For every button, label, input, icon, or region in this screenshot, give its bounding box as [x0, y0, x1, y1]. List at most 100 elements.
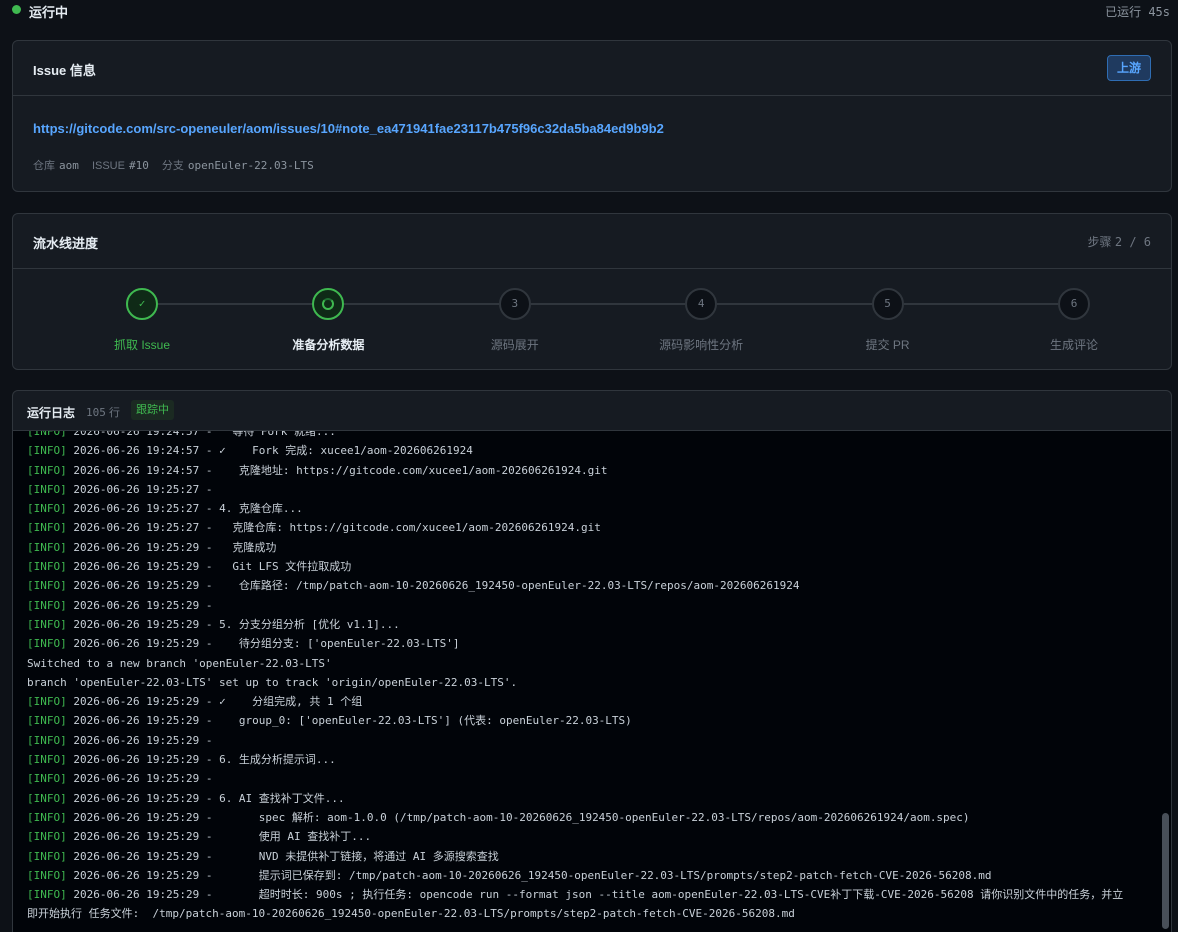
log-level-tag: [INFO] [27, 695, 67, 709]
log-message: 2026-06-26 19:25:29 - group_0: ['openEul… [66, 714, 632, 728]
log-line-count-value: 105 [86, 406, 106, 419]
log-lines: [INFO] 2026-06-26 19:24:57 - 等待 Fork 就绪.… [27, 431, 1157, 924]
step-counter-value: 2 / 6 [1114, 235, 1151, 249]
issue-meta: 仓库 aom ISSUE #10 分支 openEuler-22.03-LTS [33, 157, 324, 173]
log-message: 2026-06-26 19:25:29 - 6. AI 查找补丁文件... [66, 791, 345, 805]
log-line: [INFO] 2026-06-26 19:25:29 - [27, 731, 1157, 750]
log-level-tag: [INFO] [27, 791, 67, 805]
log-line: [INFO] 2026-06-26 19:24:57 - 等待 Fork 就绪.… [27, 431, 1157, 441]
log-message: 2026-06-26 19:25:29 - [66, 598, 213, 612]
log-message: 2026-06-26 19:25:29 - 5. 分支分组分析 [优化 v1.1… [66, 617, 400, 631]
log-message: 2026-06-26 19:25:29 - ✓ 分组完成, 共 1 个组 [66, 695, 363, 709]
log-level-tag: [INFO] [27, 521, 67, 535]
log-level-tag: [INFO] [27, 714, 67, 728]
step-connector [717, 303, 872, 305]
step-connector [344, 303, 499, 305]
log-message: 2026-06-26 19:25:27 - 4. 克隆仓库... [66, 502, 303, 516]
log-message: 2026-06-26 19:25:29 - 克隆成功 [66, 540, 277, 554]
log-line: [INFO] 2026-06-26 19:25:29 - [27, 769, 1157, 788]
run-status-text: 运行中 [29, 5, 69, 20]
branch-value: openEuler-22.03-LTS [187, 159, 314, 172]
log-level-tag: [INFO] [27, 772, 67, 786]
log-title: 运行日志 [27, 406, 76, 420]
log-line: [INFO] 2026-06-26 19:25:29 - 克隆成功 [27, 538, 1157, 557]
log-message: 2026-06-26 19:25:27 - [66, 482, 213, 496]
upstream-button[interactable]: 上游 [1106, 55, 1151, 81]
follow-toggle-badge[interactable]: 跟踪中 [131, 400, 174, 420]
log-line-unit: 行 [108, 407, 120, 419]
log-level-tag: [INFO] [27, 733, 67, 747]
log-message: 2026-06-26 19:25:29 - 待分组分支: ['openEuler… [66, 637, 460, 651]
log-output[interactable]: [INFO] 2026-06-26 19:24:57 - 等待 Fork 就绪.… [13, 431, 1171, 932]
log-message: 2026-06-26 19:25:29 - 超时时长: 900s ; 执行任务:… [66, 888, 1124, 902]
run-log-card: 运行日志 105 行 跟踪中 [INFO] 2026-06-26 19:24:5… [12, 390, 1172, 932]
pipeline-progress-card: 流水线进度 步骤 2 / 6 ✓ 抓取 Issue 准备分析数据 3 源码展开 4 源码影响… [12, 213, 1172, 370]
pipeline-card-title: 流水线进度 [33, 236, 99, 251]
elapsed-label: 已运行 [1105, 5, 1142, 19]
step-2-indicator [312, 288, 345, 320]
log-line: Switched to a new branch 'openEuler-22.0… [27, 654, 1157, 673]
log-level-tag: [INFO] [27, 753, 67, 767]
issue-card-header: Issue 信息 上游 [13, 41, 1171, 96]
log-line: [INFO] 2026-06-26 19:25:29 - group_0: ['… [27, 711, 1157, 730]
repo-label: 仓库 [33, 160, 55, 172]
log-message: 2026-06-26 19:25:29 - Git LFS 文件拉取成功 [66, 560, 352, 574]
log-line: [INFO] 2026-06-26 19:25:27 - [27, 480, 1157, 499]
step-3-indicator: 3 [498, 288, 531, 320]
log-line: [INFO] 2026-06-26 19:25:29 - spec 解析: ao… [27, 808, 1157, 827]
log-level-tag: [INFO] [27, 579, 67, 593]
log-level-tag: [INFO] [27, 810, 67, 824]
step-6-indicator: 6 [1058, 288, 1090, 320]
log-line: [INFO] 2026-06-26 19:25:29 - 待分组分支: ['op… [27, 634, 1157, 653]
elapsed-value: 45s [1148, 5, 1170, 19]
step-4-indicator: 4 [685, 288, 718, 320]
log-line: [INFO] 2026-06-26 19:25:29 - [27, 596, 1157, 615]
log-level-tag: [INFO] [27, 830, 67, 844]
log-line: [INFO] 2026-06-26 19:25:29 - NVD 未提供补丁链接… [27, 847, 1157, 866]
log-line: branch 'openEuler-22.03-LTS' set up to t… [27, 673, 1157, 692]
log-level-tag: [INFO] [27, 482, 67, 496]
log-line: [INFO] 2026-06-26 19:25:29 - ✓ 分组完成, 共 1… [27, 692, 1157, 711]
log-level-tag: [INFO] [27, 598, 67, 612]
log-level-tag: [INFO] [27, 888, 67, 902]
issue-number-value: #10 [128, 159, 149, 172]
issue-url-link[interactable]: https://gitcode.com/src-openeuler/aom/is… [33, 121, 664, 136]
step-connector [530, 303, 686, 305]
log-line: [INFO] 2026-06-26 19:24:57 - 克隆地址: https… [27, 461, 1157, 480]
log-header: 运行日志 105 行 跟踪中 [13, 391, 1171, 431]
log-level-tag: [INFO] [27, 637, 67, 651]
log-line: [INFO] 2026-06-26 19:25:27 - 克隆仓库: https… [27, 518, 1157, 537]
log-message: 2026-06-26 19:25:29 - 6. 生成分析提示词... [66, 753, 336, 767]
step-1-label: 抓取 Issue [113, 338, 171, 352]
log-scrollbar[interactable] [1162, 813, 1169, 929]
log-line: [INFO] 2026-06-26 19:25:29 - 使用 AI 查找补丁.… [27, 827, 1157, 846]
log-message: 2026-06-26 19:24:57 - 等待 Fork 就绪... [66, 431, 336, 438]
top-status-bar: 运行中 已运行 45s [0, 0, 1178, 22]
log-level-tag: [INFO] [27, 444, 67, 458]
step-5-label: 提交 PR [865, 338, 910, 352]
log-line: [INFO] 2026-06-26 19:25:29 - 提示词已保存到: /t… [27, 866, 1157, 885]
log-message: 2026-06-26 19:24:57 - ✓ Fork 完成: xucee1/… [66, 444, 473, 458]
log-level-tag: [INFO] [27, 868, 67, 882]
step-counter-label: 步骤 [1087, 235, 1112, 249]
log-message: 2026-06-26 19:25:29 - 提示词已保存到: /tmp/patc… [66, 868, 992, 882]
log-line: [INFO] 2026-06-26 19:24:57 - ✓ Fork 完成: … [27, 441, 1157, 460]
log-line: [INFO] 2026-06-26 19:25:29 - 仓库路径: /tmp/… [27, 576, 1157, 595]
log-line: 即开始执行 任务文件: /tmp/patch-aom-10-20260626_1… [27, 904, 1157, 923]
log-message: branch 'openEuler-22.03-LTS' set up to t… [27, 675, 518, 689]
step-counter: 步骤 2 / 6 [1088, 233, 1151, 250]
log-level-tag: [INFO] [27, 502, 67, 516]
issue-card-title: Issue 信息 [33, 63, 96, 78]
step-3-label: 源码展开 [490, 338, 539, 352]
log-message: 2026-06-26 19:25:29 - 使用 AI 查找补丁... [66, 830, 372, 844]
log-message: 2026-06-26 19:25:29 - [66, 772, 213, 786]
log-message: 2026-06-26 19:25:29 - [66, 733, 213, 747]
log-message: 2026-06-26 19:25:29 - spec 解析: aom-1.0.0… [66, 810, 970, 824]
spinner-icon [322, 298, 335, 310]
log-line-count: 105 行 [86, 404, 120, 420]
repo-value: aom [59, 159, 79, 172]
log-line: [INFO] 2026-06-26 19:25:29 - Git LFS 文件拉… [27, 557, 1157, 576]
pipeline-steps: ✓ 抓取 Issue 准备分析数据 3 源码展开 4 源码影响性分析 5 提交 PR 6 生成评论 [13, 270, 1171, 370]
issue-info-card: Issue 信息 上游 https://gitcode.com/src-open… [12, 40, 1172, 192]
log-level-tag: [INFO] [27, 617, 67, 631]
